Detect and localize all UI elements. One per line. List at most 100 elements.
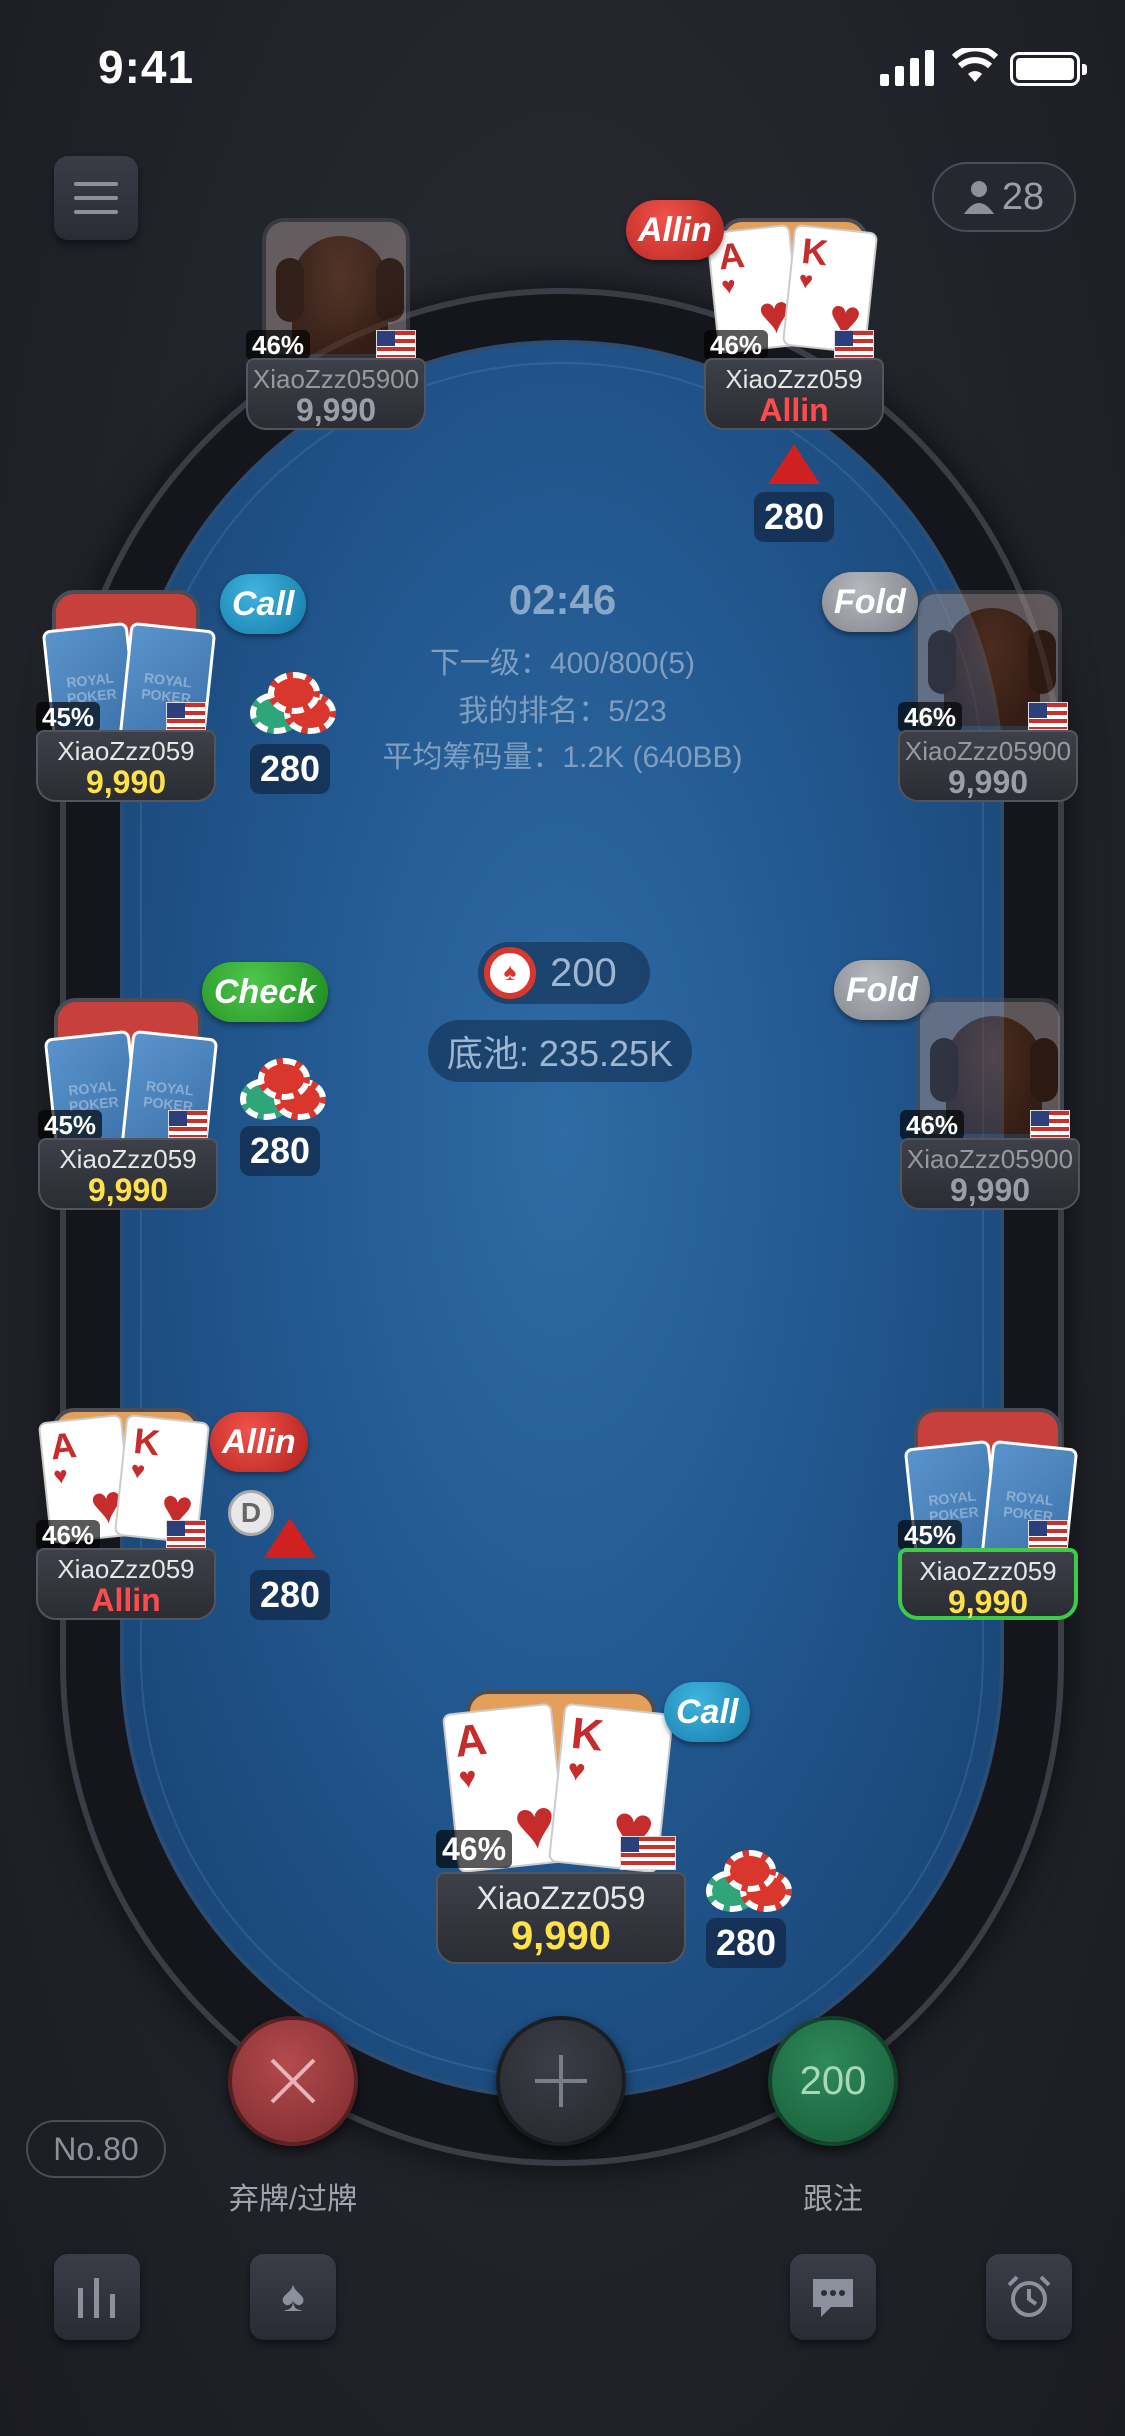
player-plate: XiaoZzz059 Allin (704, 358, 884, 430)
alarm-button[interactable] (986, 2254, 1072, 2340)
close-icon (270, 2058, 316, 2104)
player-stack: 9,990 (85, 764, 167, 800)
player-stack: 9,990 (947, 1584, 1029, 1620)
player-name: XiaoZzz05900 (904, 736, 1072, 766)
chat-button[interactable] (790, 2254, 876, 2340)
allin-badge-icon (768, 444, 820, 484)
player-name: XiaoZzz059 (919, 1556, 1057, 1586)
player-stack: Allin (759, 392, 829, 428)
player-name: XiaoZzz05900 (906, 1144, 1074, 1174)
chip-stack-icon (250, 672, 340, 738)
win-percent: 46% (704, 330, 769, 360)
chip-stack-icon (240, 1058, 330, 1124)
fold-check-label: 弃牌/过牌 (228, 2183, 358, 2216)
seat-right-upper[interactable]: 46% XiaoZzz05900 9,990 (898, 590, 1078, 802)
bet-amount: 280 (240, 1126, 321, 1176)
chat-icon (813, 2279, 853, 2317)
action-bubble-call: Call (220, 574, 307, 634)
us-flag-icon (168, 1110, 208, 1138)
seat-top-left[interactable]: 46% XiaoZzz05900 9,990 (246, 218, 426, 430)
stats-button[interactable] (54, 2254, 140, 2340)
call-amount: 200 (799, 2058, 867, 2103)
current-bet: ♠ 200 (478, 942, 650, 1004)
menu-icon (74, 182, 118, 186)
player-plate: XiaoZzz059 Allin (36, 1548, 216, 1620)
player-plate: XiaoZzz05900 9,990 (246, 358, 426, 430)
win-percent: 46% (898, 702, 963, 732)
seat-left-lower[interactable]: A ♥ ♥ K ♥ ♥ 46% XiaoZzz059 Allin (36, 1408, 216, 1620)
player-plate: XiaoZzz059 9,990 (436, 1872, 686, 1964)
us-flag-icon (166, 1520, 206, 1548)
allin-badge-icon (264, 1518, 316, 1558)
us-flag-icon (1030, 1110, 1070, 1138)
fold-check-button[interactable] (228, 2016, 358, 2146)
call-label: 跟注 (803, 2183, 863, 2216)
win-percent: 46% (436, 1830, 513, 1868)
win-percent: 46% (900, 1110, 965, 1140)
chart-icon (78, 2278, 115, 2318)
action-bubble-fold: Fold (834, 960, 930, 1020)
bet-amount: 280 (754, 492, 835, 542)
chip-stack-icon (706, 1850, 796, 1916)
table-number-badge: No.80 (26, 2120, 166, 2178)
win-percent: 45% (38, 1110, 103, 1140)
card-style-button[interactable]: ♠ (250, 2254, 336, 2340)
player-stack: 9,990 (510, 1914, 612, 1958)
action-bubble-fold: Fold (822, 572, 918, 632)
menu-button[interactable] (54, 156, 138, 240)
seat-top-right[interactable]: A ♥ ♥ K ♥ ♥ 46% XiaoZzz059 Allin (704, 218, 884, 430)
player-name: XiaoZzz059 (57, 736, 195, 766)
alarm-clock-icon (1007, 2275, 1051, 2317)
user-icon (963, 181, 994, 214)
status-time: 9:41 (98, 41, 195, 93)
current-bet-amount: 200 (550, 950, 617, 995)
player-stack: 9,990 (947, 764, 1029, 800)
seat-right-lower-active[interactable]: ROYAL POKER ROYAL POKER 45% XiaoZzz059 9… (898, 1408, 1079, 1620)
action-bubble-call: Call (664, 1682, 751, 1742)
call-button[interactable]: 200 (768, 2016, 898, 2146)
player-plate: XiaoZzz05900 9,990 (898, 730, 1078, 802)
player-stack: 9,990 (949, 1172, 1031, 1208)
player-stack: 9,990 (87, 1172, 169, 1208)
plus-icon (535, 2055, 587, 2107)
player-plate: XiaoZzz059 9,990 (36, 730, 216, 802)
player-name: XiaoZzz059 (725, 364, 863, 394)
win-percent: 45% (36, 702, 101, 732)
raise-button[interactable] (496, 2016, 626, 2146)
us-flag-icon (376, 330, 416, 358)
win-percent: 45% (898, 1520, 963, 1550)
win-percent: 46% (36, 1520, 101, 1550)
signal-icon (880, 50, 934, 86)
player-plate: XiaoZzz05900 9,990 (900, 1138, 1080, 1210)
player-stack: Allin (91, 1582, 161, 1618)
player-plate: XiaoZzz059 9,990 (898, 1548, 1078, 1620)
us-flag-icon (620, 1836, 676, 1870)
bet-amount: 280 (250, 744, 331, 794)
win-percent: 46% (246, 330, 311, 360)
wifi-icon (952, 48, 998, 82)
action-bubble-allin: Allin (210, 1412, 308, 1472)
status-bar: 9:41 (0, 0, 1125, 140)
online-count: 28 (1001, 175, 1045, 218)
us-flag-icon (834, 330, 874, 358)
action-bubble-allin: Allin (626, 200, 724, 260)
battery-icon (1010, 52, 1087, 86)
online-count-button[interactable]: 28 (932, 162, 1076, 232)
player-plate: XiaoZzz059 9,990 (38, 1138, 218, 1210)
pot-total: 底池: 235.25K (428, 1020, 692, 1082)
seat-right-middle[interactable]: 46% XiaoZzz05900 9,990 (900, 998, 1080, 1210)
player-name: XiaoZzz059 (57, 1554, 195, 1584)
menu-icon-line (74, 210, 118, 214)
us-flag-icon (1028, 702, 1068, 730)
player-stack: 9,990 (295, 392, 377, 428)
chip-icon: ♠ (484, 947, 536, 999)
seat-left-upper[interactable]: ROYAL POKER ROYAL POKER 45% XiaoZzz059 9… (36, 590, 217, 802)
seat-left-middle[interactable]: ROYAL POKER ROYAL POKER 45% XiaoZzz059 9… (38, 998, 219, 1210)
seat-hero[interactable]: A ♥ ♥ K ♥ ♥ 46% XiaoZzz059 9,990 (436, 1690, 686, 1970)
us-flag-icon (1028, 1520, 1068, 1548)
spade-icon: ♠ (281, 2272, 305, 2321)
player-name: XiaoZzz059 (59, 1144, 197, 1174)
bet-amount: 280 (706, 1918, 787, 1968)
player-name: XiaoZzz05900 (252, 364, 420, 394)
player-name: XiaoZzz059 (476, 1880, 646, 1916)
